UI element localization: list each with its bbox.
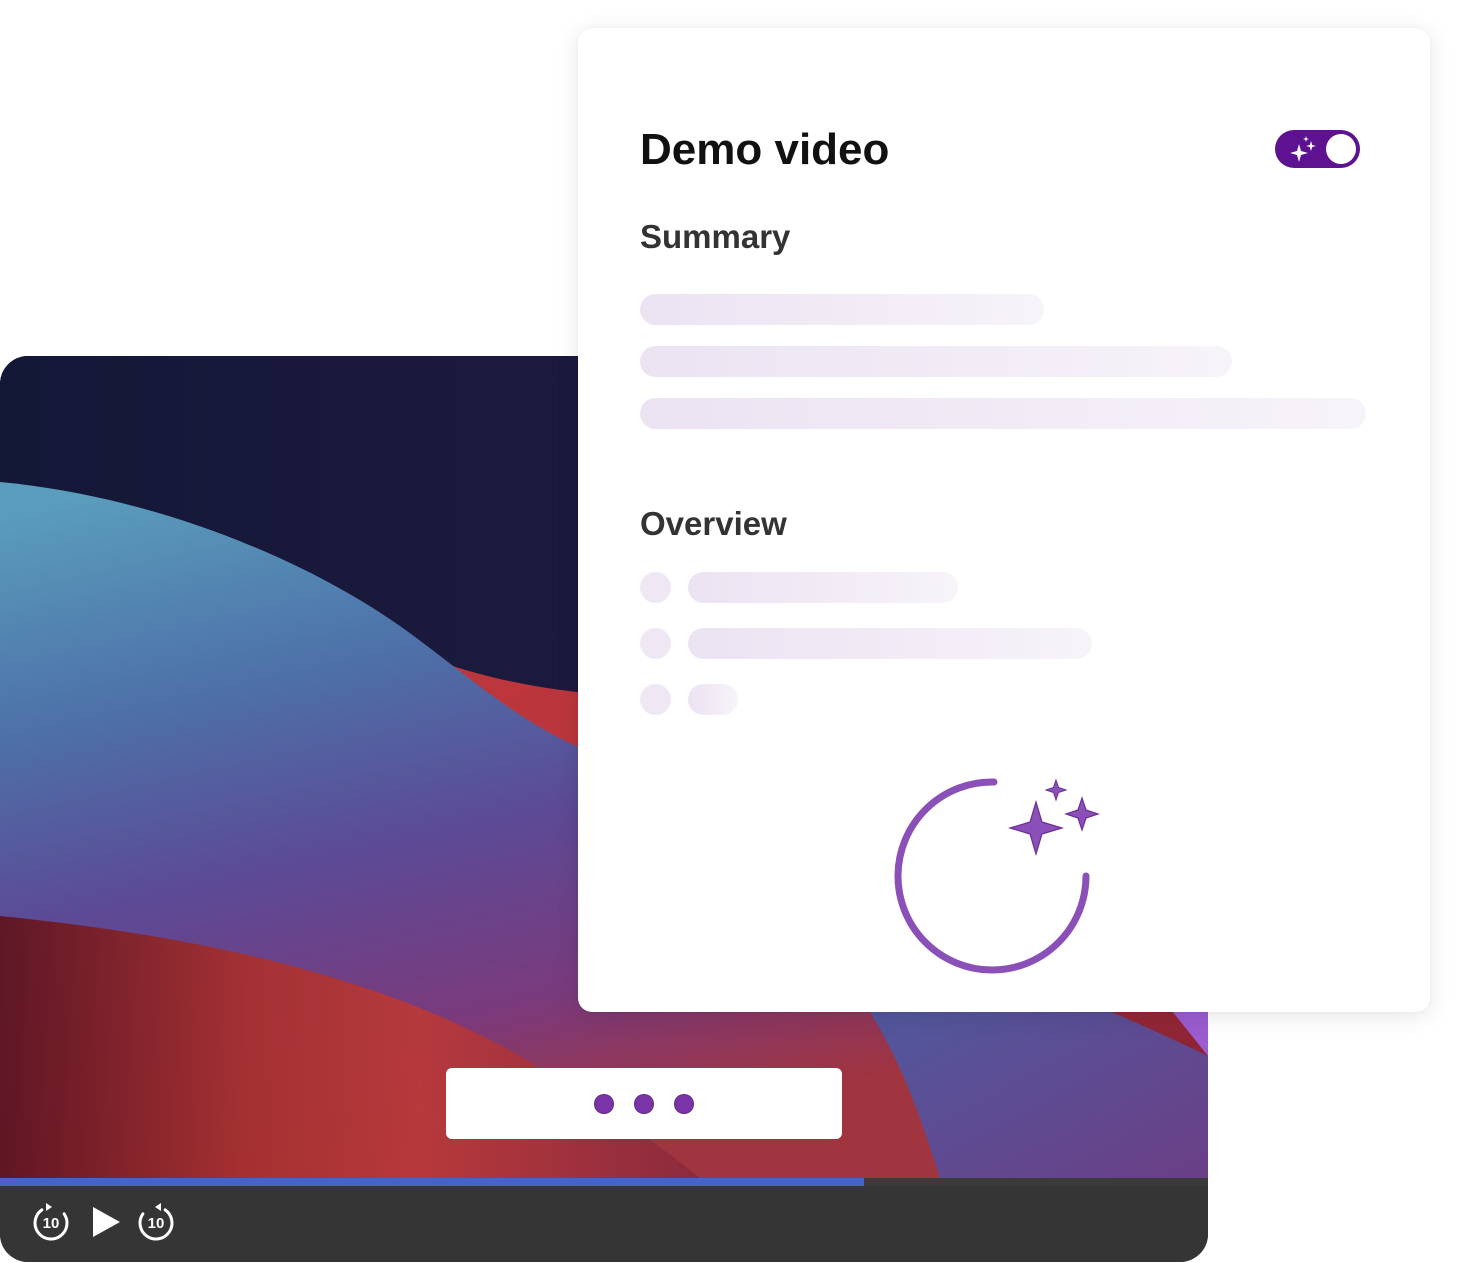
ai-sparkle-spinner-icon — [894, 778, 1100, 974]
overview-skeleton-bullet — [640, 628, 671, 659]
play-button[interactable] — [88, 1202, 128, 1242]
overview-skeleton-line — [688, 628, 1092, 659]
toggle-knob — [1326, 134, 1356, 164]
summary-skeleton-line — [640, 398, 1366, 429]
rewind-10-button[interactable]: 10 — [31, 1202, 71, 1242]
loading-dot — [594, 1093, 614, 1114]
card-title: Demo video — [640, 125, 890, 174]
ai-summary-card: Demo video Summary Overview — [578, 28, 1430, 1012]
summary-skeleton-line — [640, 294, 1044, 325]
summary-heading: Summary — [640, 218, 791, 255]
play-icon — [93, 1207, 120, 1237]
sparkles-icon — [1290, 136, 1316, 162]
stage: 10 10 Demo video Summary Overview — [0, 0, 1466, 1263]
player-controls: 10 10 — [0, 1178, 1208, 1262]
overview-heading: Overview — [640, 505, 787, 542]
overview-skeleton-bullet — [640, 572, 671, 603]
forward-seconds-label: 10 — [147, 1215, 165, 1232]
loading-dot — [634, 1093, 654, 1114]
progress-fill — [0, 1178, 864, 1186]
loading-indicator — [446, 1068, 842, 1139]
ai-loading-spinner — [890, 774, 1110, 984]
ai-summary-toggle[interactable] — [1275, 130, 1360, 168]
summary-skeleton-line — [640, 346, 1232, 377]
forward-10-button[interactable]: 10 — [136, 1202, 176, 1242]
rewind-seconds-label: 10 — [42, 1215, 60, 1232]
loading-dot — [674, 1093, 694, 1114]
overview-skeleton-line — [688, 572, 958, 603]
overview-skeleton-line — [688, 684, 738, 715]
progress-bar[interactable] — [0, 1178, 1208, 1186]
overview-skeleton-bullet — [640, 684, 671, 715]
